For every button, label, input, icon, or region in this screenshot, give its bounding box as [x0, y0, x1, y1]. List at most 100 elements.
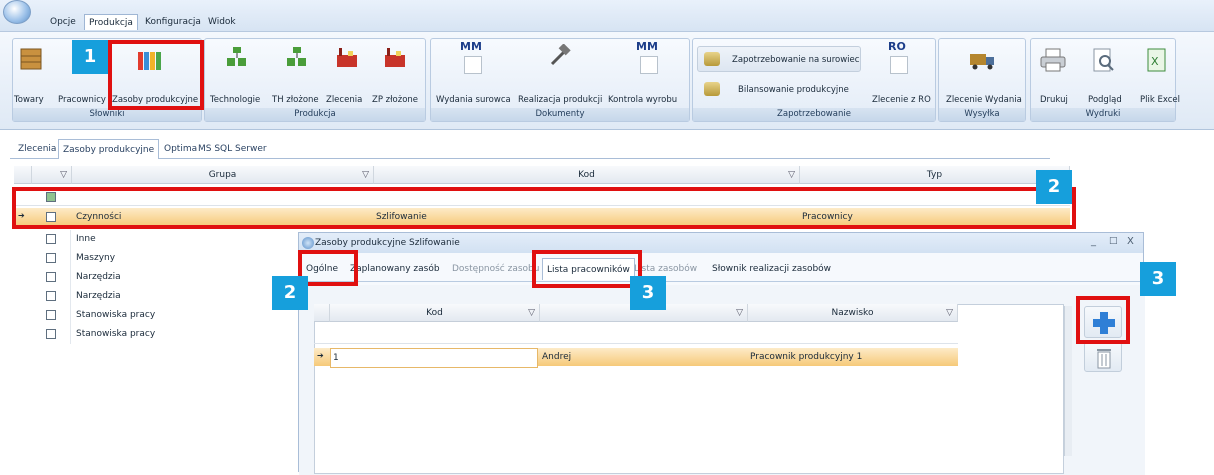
menu-konfiguracja[interactable]: Konfiguracja — [141, 14, 205, 30]
grid-header-kod[interactable]: Kod ▽ — [374, 166, 800, 184]
application-orb-button[interactable] — [3, 0, 31, 24]
tab-zasoby-produkcyjne[interactable]: Zasoby produkcyjne — [58, 139, 160, 159]
table-row[interactable]: Stanowiska pracy — [76, 306, 155, 324]
menu-opcje[interactable]: Opcje — [46, 14, 80, 30]
technologie-icon — [226, 46, 248, 71]
tab-slownik-realizacji-zasobow[interactable]: Słownik realizacji zasobów — [712, 258, 831, 280]
filter-icon[interactable]: ▽ — [736, 304, 743, 322]
kod-header-label: Kod — [578, 170, 595, 180]
towary-icon — [18, 46, 44, 75]
menu-widok[interactable]: Widok — [204, 14, 240, 30]
grid-header-typ[interactable]: Typ — [800, 166, 1070, 184]
grid-header-grupa[interactable]: Grupa ▽ — [72, 166, 374, 184]
ro-document-icon: RO — [888, 40, 906, 53]
row-checkbox[interactable] — [46, 253, 56, 263]
plik-excel-button[interactable]: Plik Excel — [1140, 94, 1180, 106]
row-pointer-icon: ➔ — [317, 351, 324, 360]
column-divider — [70, 230, 71, 344]
highlight-tab-lista-pracownikow — [532, 250, 642, 288]
row-checkbox[interactable] — [46, 291, 56, 301]
tab-zaplanowany-zasob[interactable]: Zaplanowany zasób — [350, 258, 440, 280]
podglad-button[interactable]: Podgląd — [1088, 94, 1122, 106]
dialog-tab-line — [299, 281, 1145, 282]
filter-icon[interactable]: ▽ — [946, 304, 953, 322]
cell-imie: Andrej — [542, 352, 572, 362]
dialog-scrollbar[interactable] — [1064, 306, 1072, 456]
towary-button[interactable]: Towary — [14, 94, 44, 106]
tab-dostepnosc-zasobu[interactable]: Dostępność zasobu — [452, 258, 539, 280]
coins-icon — [704, 82, 720, 96]
cell-kod[interactable]: 1 — [330, 348, 538, 368]
printer-icon — [1040, 48, 1066, 75]
zp-zlozone-button[interactable]: ZP złożone — [372, 94, 418, 106]
dialog-header-kod[interactable]: Kod ▽ — [330, 304, 540, 322]
zlecenie-wydania-button[interactable]: Zlecenie Wydania — [946, 94, 1022, 106]
kod-header-label: Kod — [426, 308, 443, 318]
maximize-icon[interactable]: □ — [1109, 236, 1118, 246]
row-checkbox[interactable] — [46, 234, 56, 244]
th-zlozone-button[interactable]: TH złożone — [272, 94, 319, 106]
table-row[interactable]: Maszyny — [76, 249, 115, 267]
mm-document-icon: MM — [460, 40, 482, 53]
tab-ms-sql-serwer[interactable]: MS SQL Serwer — [194, 139, 271, 159]
realizacja-produkcji-button[interactable]: Realizacja produkcji — [518, 94, 602, 106]
filter-icon[interactable]: ▽ — [362, 166, 369, 184]
step-badge-2: 2 — [1036, 170, 1072, 204]
excel-file-icon: X — [1146, 48, 1168, 75]
step-badge-3-add: 3 — [1140, 262, 1176, 296]
dialog-header-nazwisko[interactable]: Nazwisko ▽ — [748, 304, 958, 322]
table-row[interactable]: Narzędzia — [76, 268, 121, 286]
highlight-zasoby-produkcyjne — [108, 40, 204, 110]
filter-icon[interactable]: ▽ — [528, 304, 535, 322]
zlecenia-button[interactable]: Zlecenia — [326, 94, 362, 106]
ribbon-group-caption: Dokumenty — [431, 108, 689, 121]
row-checkbox[interactable] — [46, 310, 56, 320]
filter-icon[interactable]: ▽ — [60, 166, 67, 184]
filter-icon[interactable]: ▽ — [788, 166, 795, 184]
zlecenie-z-ro-button[interactable]: Zlecenie z RO — [872, 94, 931, 106]
menu-produkcja[interactable]: Produkcja — [84, 14, 138, 30]
typ-header-label: Typ — [926, 170, 943, 180]
document-page-icon — [640, 56, 658, 74]
truck-icon — [970, 52, 996, 73]
dialog-app-icon — [302, 237, 314, 249]
zlecenia-icon — [336, 46, 358, 71]
dialog-grid-indicator-header — [314, 304, 330, 322]
ribbon-group-wysylka: Wysyłka — [938, 38, 1026, 122]
wydania-surowca-button[interactable]: Wydania surowca — [436, 94, 511, 106]
grid-check-header: ▽ — [32, 166, 72, 184]
delete-button[interactable] — [1084, 342, 1122, 372]
mm-document-icon: MM — [636, 40, 658, 53]
coins-icon — [704, 52, 720, 66]
technologie-button[interactable]: Technologie — [210, 94, 260, 106]
ribbon-group-caption: Produkcja — [205, 108, 425, 121]
close-icon[interactable]: X — [1127, 236, 1134, 247]
step-badge-1: 1 — [72, 40, 108, 74]
preview-icon — [1092, 48, 1116, 77]
trash-icon — [1097, 349, 1111, 369]
cell-nazwisko: Pracownik produkcyjny 1 — [750, 352, 863, 362]
row-checkbox[interactable] — [46, 329, 56, 339]
ribbon-group-caption: Wydruki — [1031, 108, 1175, 121]
drukuj-button[interactable]: Drukuj — [1040, 94, 1068, 106]
pracownicy-button[interactable]: Pracownicy — [58, 94, 106, 106]
zapotrzebowanie-label: Zapotrzebowanie na surowiec — [732, 55, 860, 65]
bilansowanie-produkcyjne-button[interactable]: Bilansowanie produkcyjne — [738, 84, 849, 96]
zp-zlozone-icon — [384, 46, 406, 71]
dialog-title: Zasoby produkcyjne Szlifowanie — [315, 238, 460, 248]
step-badge-2-dialog: 2 — [272, 276, 308, 310]
row-checkbox[interactable] — [46, 272, 56, 282]
kontrola-wyrobu-button[interactable]: Kontrola wyrobu — [608, 94, 677, 106]
table-row[interactable]: Inne — [76, 230, 96, 248]
tab-zlecenia[interactable]: Zlecenia — [14, 139, 60, 159]
grid-row-indicator-header — [14, 166, 32, 184]
ribbon-group-caption: Zapotrzebowanie — [693, 108, 935, 121]
ribbon-group-caption: Wysyłka — [939, 108, 1025, 121]
table-row[interactable]: Narzędzia — [76, 287, 121, 305]
minimize-icon[interactable]: _ — [1091, 236, 1096, 247]
svg-text:X: X — [1151, 55, 1159, 68]
table-row[interactable]: Stanowiska pracy — [76, 325, 155, 343]
dialog-filter-row — [314, 324, 958, 344]
highlight-add-button — [1076, 296, 1130, 344]
step-badge-3-tab: 3 — [630, 276, 666, 310]
